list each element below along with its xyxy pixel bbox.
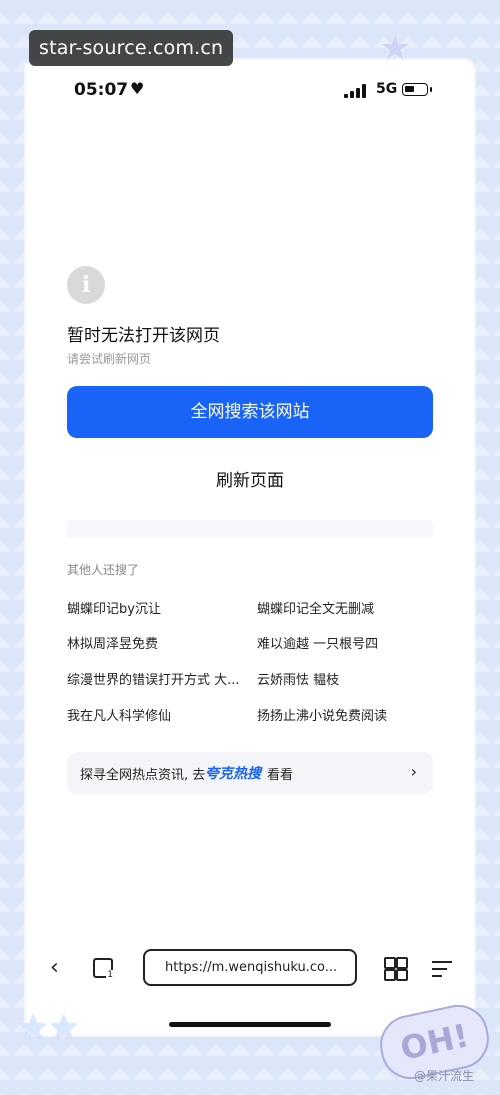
suggestion-link[interactable]: 林拟周泽昱免费 [67,633,158,652]
status-time: 05:07 [74,80,129,100]
hot-search-prefix: 探寻全网热点资讯, 去 [80,768,206,783]
phone-screen [26,60,474,1035]
network-type: 5G [376,81,398,97]
others-searched-title: 其他人还搜了 [67,563,140,577]
tab-count: 1 [106,970,114,980]
search-web-button[interactable]: 全网搜索该网站 [67,386,433,438]
section-divider [67,520,433,538]
hot-search-banner[interactable]: 探寻全网热点资讯, 去 夸克热搜 看看 › [67,752,433,794]
hot-search-suffix: 看看 [267,768,294,783]
refresh-page-button[interactable]: 刷新页面 [67,466,433,496]
info-icon: i [67,266,105,304]
suggestion-link[interactable]: 云娇雨怯 韫枝 [257,669,339,688]
home-indicator [169,1022,331,1027]
suggestion-link[interactable]: 我在凡人科学修仙 [67,705,171,724]
status-bar: 05:07 ♥ 5G [74,79,434,102]
error-subtitle: 请尝试刷新网页 [67,352,152,366]
credit-text: @果汁流生 [414,1069,475,1083]
suggestion-link[interactable]: 扬扬止沸小说免费阅读 [257,705,387,724]
suggestion-link[interactable]: 综漫世界的错误打开方式 大... [67,669,240,688]
hot-search-brand: 夸克热搜 [205,766,261,782]
url-bar[interactable]: https://m.wenqishuku.co... [143,949,357,986]
battery-icon [402,83,432,96]
suggestion-link[interactable]: 蝴蝶印记by沉让 [67,598,161,617]
menu-icon[interactable] [432,958,452,978]
tabs-icon[interactable]: 1 [93,958,114,980]
error-title: 暂时无法打开该网页 [67,326,220,346]
star-sticker-icon: ★ [379,28,412,69]
back-arrow-icon[interactable]: ‹ [50,955,59,980]
suggestion-link[interactable]: 蝴蝶印记全文无删减 [257,598,374,617]
signal-icon [344,84,368,98]
watermark: star-source.com.cn [29,30,234,66]
chevron-right-icon: › [410,762,417,781]
apps-grid-icon[interactable] [384,957,408,981]
suggestion-link[interactable]: 难以逾越 一只根号四 [257,633,378,652]
star-sticker-icon: ★★ [18,1008,79,1048]
heart-icon: ♥ [130,79,145,98]
